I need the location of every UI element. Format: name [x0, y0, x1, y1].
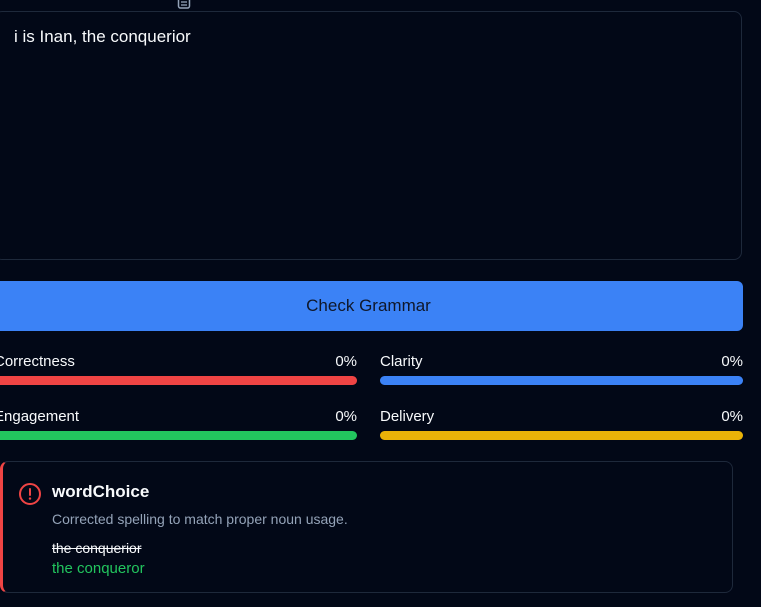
metric-bar — [0, 431, 357, 440]
editor-text: i is Inan, the conquerior — [14, 27, 191, 46]
issue-card[interactable]: wordChoice Corrected spelling to match p… — [0, 461, 733, 593]
issue-description: Corrected spelling to match proper noun … — [52, 511, 348, 527]
issue-suggestion[interactable]: the conqueror — [52, 560, 145, 577]
metric-value: 0% — [335, 353, 357, 370]
metric-value: 0% — [335, 408, 357, 425]
metric-bar — [380, 376, 743, 385]
metric-label: Correctness — [0, 353, 75, 370]
issue-title: wordChoice — [52, 482, 150, 501]
metric-bar — [380, 431, 743, 440]
metric-bar — [0, 376, 357, 385]
check-grammar-button[interactable]: Check Grammar — [0, 281, 743, 331]
metric-label: Delivery — [380, 408, 435, 425]
issue-original-text: the conquerior — [52, 540, 142, 556]
metric-value: 0% — [721, 408, 743, 425]
clipboard-icon[interactable] — [177, 0, 191, 9]
metric-value: 0% — [721, 353, 743, 370]
grammar-checker-page: i is Inan, the conquerior Check Grammar … — [0, 0, 761, 607]
metric-label: Engagement — [0, 408, 80, 425]
metric-label: Clarity — [380, 353, 423, 370]
alert-circle-icon — [18, 482, 42, 506]
text-editor[interactable]: i is Inan, the conquerior — [0, 11, 742, 260]
